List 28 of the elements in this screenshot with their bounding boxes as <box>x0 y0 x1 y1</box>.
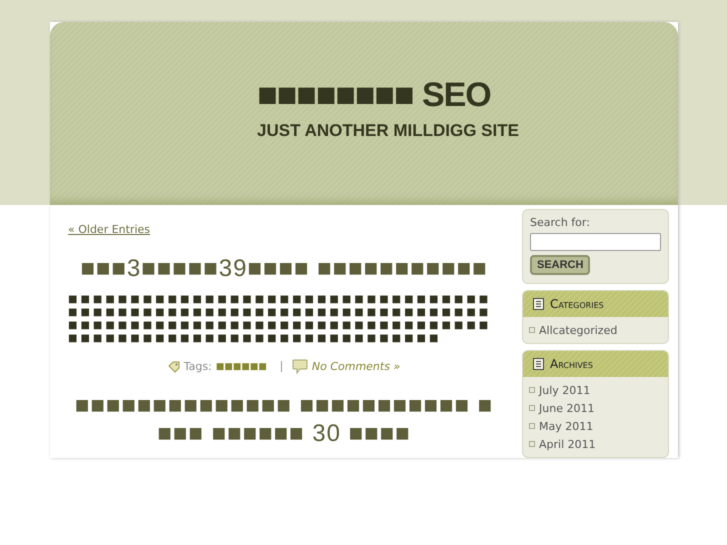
tag-link[interactable]: ■■■■■■ <box>216 362 267 372</box>
widget-link[interactable]: July 2011 <box>539 384 590 396</box>
bullet-icon <box>529 387 535 393</box>
bullet-icon <box>529 423 535 429</box>
widget-link[interactable]: Allcategorized <box>539 324 618 336</box>
widget-link[interactable]: April 2011 <box>539 438 596 450</box>
widget-title: Archives <box>550 357 593 371</box>
tags-label: Tags: <box>184 360 212 373</box>
bullet-icon <box>529 441 535 447</box>
widget-title: Categories <box>550 297 604 311</box>
widget-link[interactable]: May 2011 <box>539 420 594 432</box>
speech-bubble-icon <box>292 359 308 374</box>
post-excerpt: ■■■■■■■■■■■■■■■■■■■■■■■■■■■■■■■■■■■■■■■■■■■■■■■■■■■■■■■■■■■■■■■■■■■■■■■■■■■■■■■■■■■■■■■■■■■■■■■■■■■■■■■■■■■■■■■■■■■■■■■■■■■■■■■■■■■■ <box>68 293 492 345</box>
post-title[interactable]: ■■■■■■■■■■■■■■ ■■■■■■■■■■■ ■ ■■■ ■■■■■■ 30 ■■■■ <box>68 392 500 448</box>
widget-link[interactable]: June 2011 <box>539 402 594 414</box>
comments-link[interactable]: No Comments » <box>312 360 400 373</box>
post-title[interactable]: ■■■3■■■■■39■■■■ ■■■■■■■■■■■ <box>68 255 500 283</box>
bullet-icon <box>529 405 535 411</box>
bullet-icon <box>529 327 535 333</box>
search-button[interactable]: SEARCH <box>530 255 590 275</box>
site-title[interactable]: ■■■■■■■■ SEO <box>257 76 491 115</box>
tag-icon <box>168 360 180 372</box>
search-field[interactable] <box>530 233 661 251</box>
older-entries-link[interactable]: « Older Entries <box>68 223 150 236</box>
site-tagline: JUST ANOTHER MILLDIGG SITE <box>257 121 519 141</box>
document-icon <box>533 298 544 310</box>
search-label: Search for: <box>530 216 591 229</box>
document-icon <box>533 358 544 370</box>
